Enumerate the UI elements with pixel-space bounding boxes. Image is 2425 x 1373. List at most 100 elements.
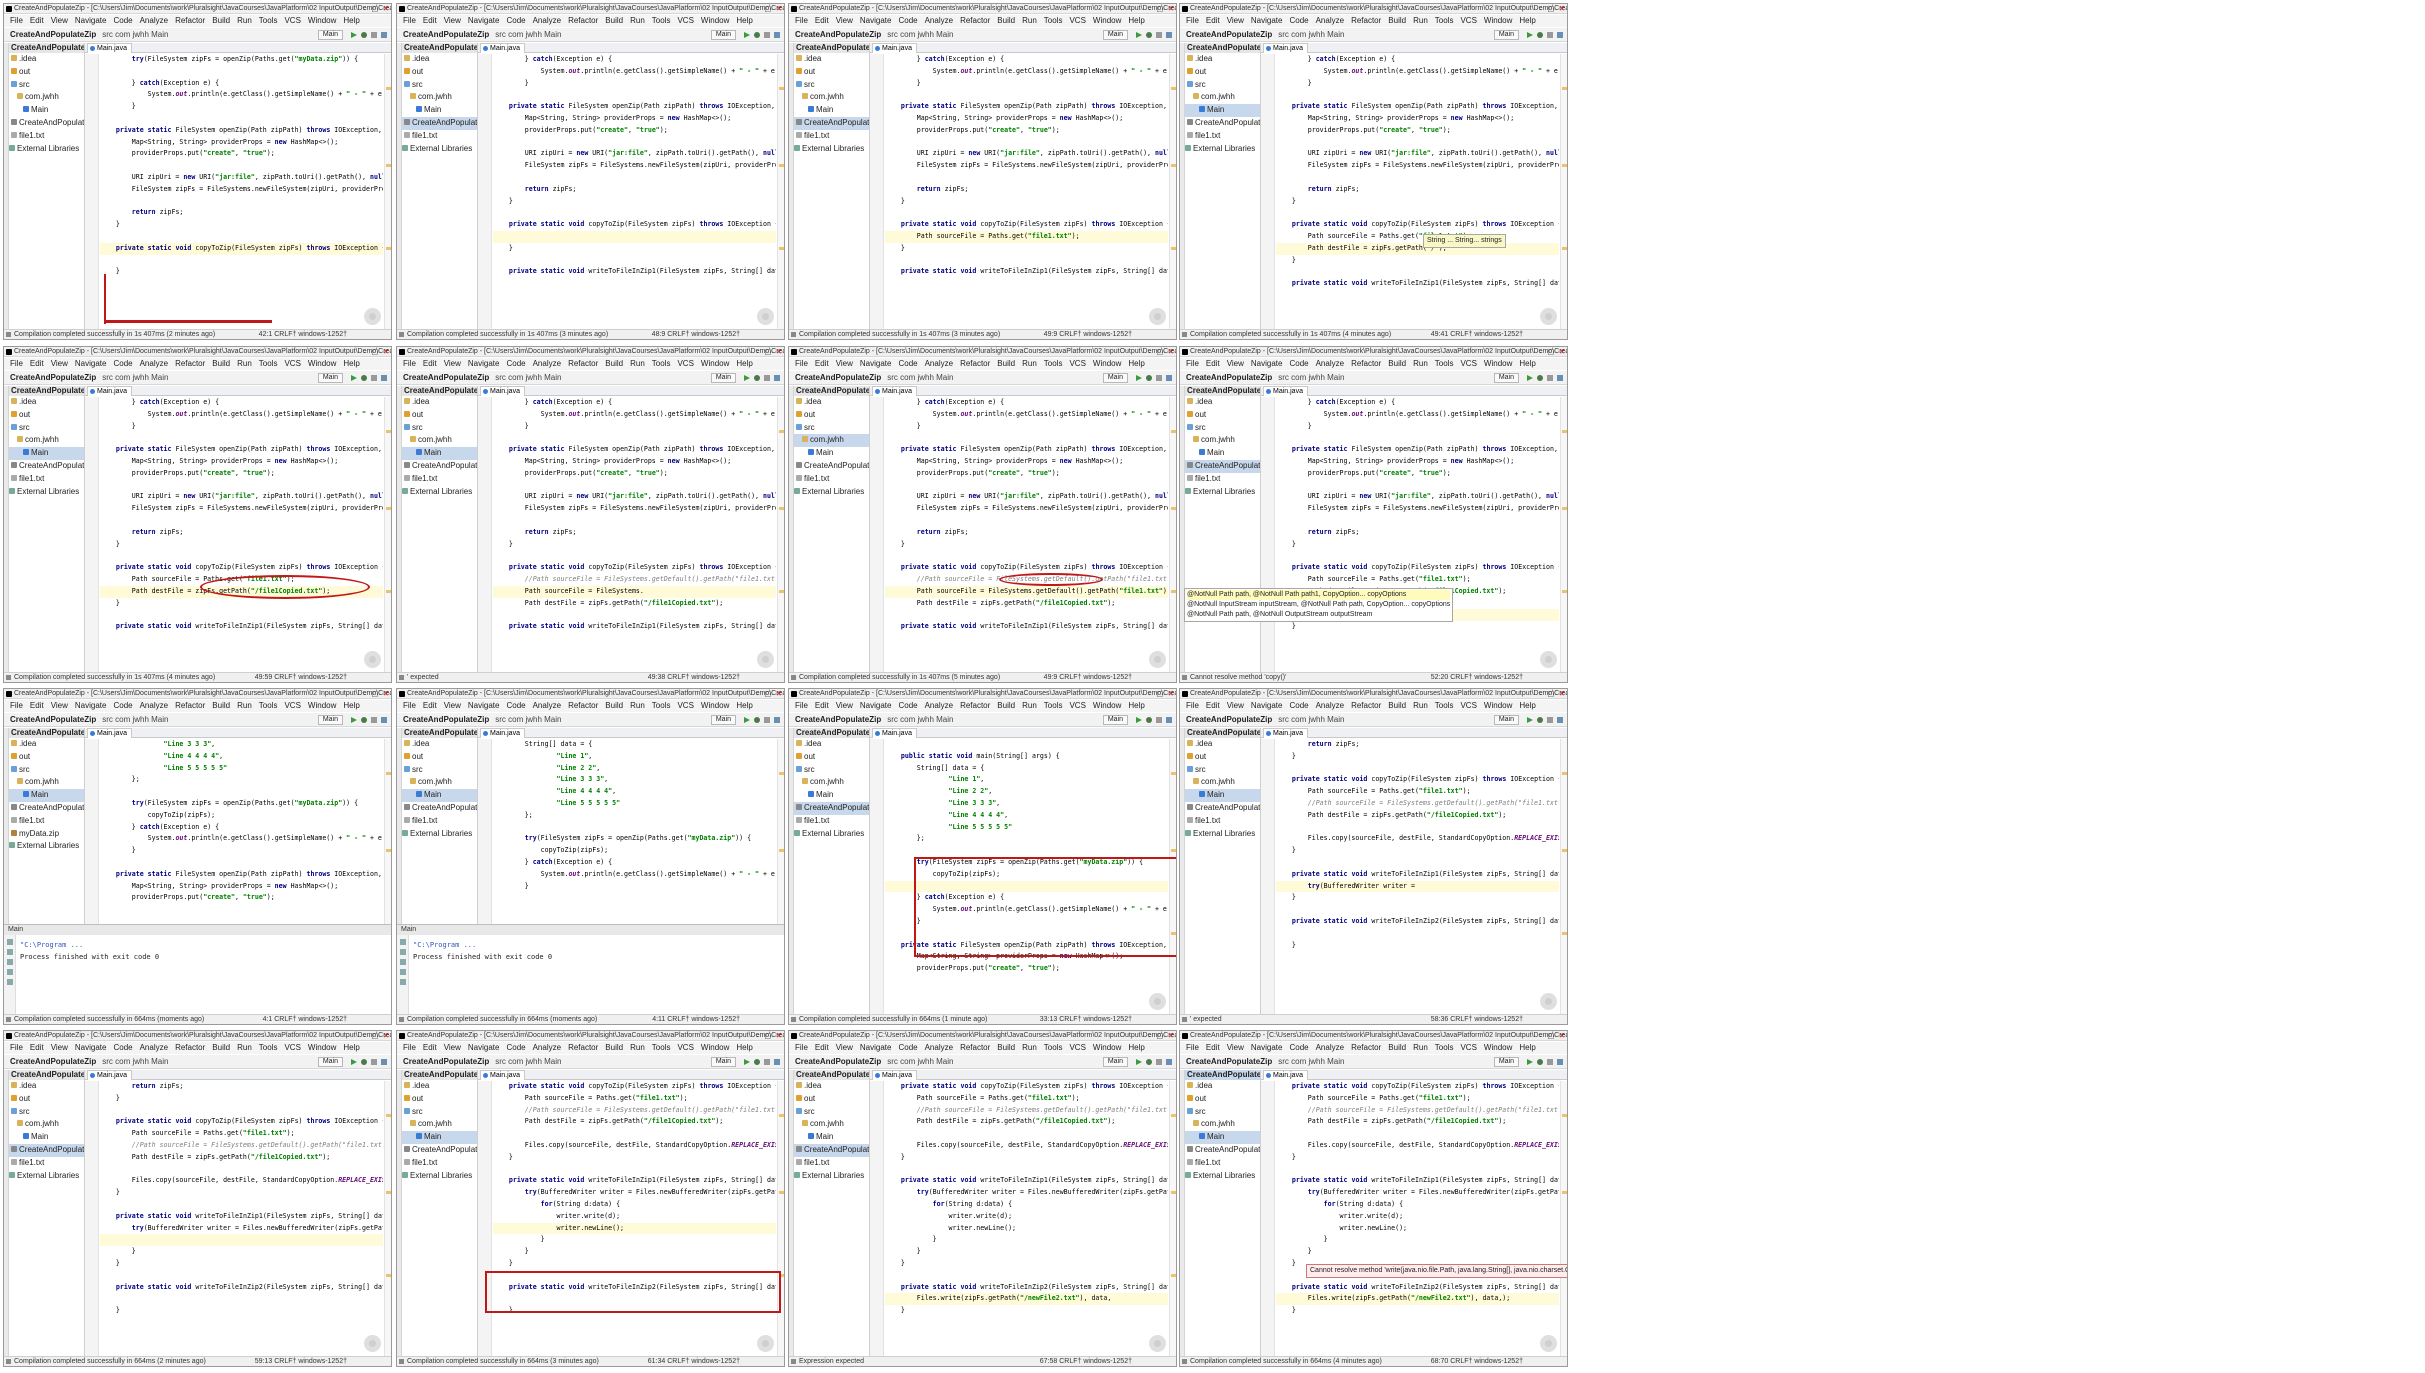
menu-item-tools[interactable]: Tools	[259, 15, 278, 27]
menu-item-help[interactable]: Help	[736, 358, 752, 370]
menu-item-code[interactable]: Code	[506, 700, 525, 712]
breadcrumb[interactable]: src com jwhh Main	[495, 715, 561, 724]
minimize-button[interactable]: –	[1539, 348, 1543, 356]
breadcrumb-project[interactable]: CreateAndPopulateZip	[10, 30, 96, 39]
tree-item-out[interactable]: out	[1185, 1093, 1260, 1106]
minimize-button[interactable]: –	[1148, 5, 1152, 13]
maximize-button[interactable]: □	[1157, 5, 1164, 13]
menu-item-window[interactable]: Window	[308, 358, 336, 370]
stop-icon[interactable]	[400, 949, 406, 955]
menu-item-navigate[interactable]: Navigate	[1251, 700, 1283, 712]
menu-item-code[interactable]: Code	[113, 15, 132, 27]
menu-item-edit[interactable]: Edit	[423, 15, 437, 27]
menu-item-navigate[interactable]: Navigate	[468, 15, 500, 27]
menu-item-analyze[interactable]: Analyze	[925, 15, 953, 27]
stop-icon[interactable]	[371, 32, 377, 38]
menu-item-run[interactable]: Run	[237, 700, 252, 712]
close-button[interactable]: ✕	[776, 690, 782, 698]
minimize-button[interactable]: –	[756, 348, 760, 356]
editor-scrollbar[interactable]	[1169, 54, 1176, 329]
tree-item-external-libraries[interactable]: External Libraries	[9, 840, 84, 853]
tree-item-src[interactable]: src	[1185, 422, 1260, 435]
structure-icon[interactable]	[774, 375, 780, 381]
maximize-button[interactable]: □	[1548, 5, 1555, 13]
tree-item-external-libraries[interactable]: External Libraries	[1185, 143, 1260, 156]
menu-item-edit[interactable]: Edit	[423, 1042, 437, 1054]
menu-item-build[interactable]: Build	[212, 358, 230, 370]
menu-item-code[interactable]: Code	[506, 1042, 525, 1054]
tree-item-createandpopulatezip-iml[interactable]: CreateAndPopulateZip.iml	[794, 1143, 869, 1157]
menu-item-file[interactable]: File	[795, 15, 808, 27]
menu-item-build[interactable]: Build	[605, 1042, 623, 1054]
tree-item-main[interactable]: Main	[1185, 789, 1260, 802]
breadcrumb-project[interactable]: CreateAndPopulateZip	[10, 715, 96, 724]
tree-item-createandpopulatezip-iml[interactable]: CreateAndPopulateZip.iml	[794, 460, 869, 473]
code-editor[interactable]: "Line 3 3 3", "Line 4 4 4 4", "Line 5 5 …	[100, 739, 383, 924]
menu-item-view[interactable]: View	[51, 15, 68, 27]
menu-item-help[interactable]: Help	[1128, 700, 1144, 712]
tree-item-com-jwhh[interactable]: com.jwhh	[402, 91, 477, 104]
rerun-icon[interactable]	[400, 939, 406, 945]
menu-item-code[interactable]: Code	[113, 1042, 132, 1054]
menu-item-build[interactable]: Build	[997, 358, 1015, 370]
menu-item-build[interactable]: Build	[212, 15, 230, 27]
minimize-button[interactable]: –	[1539, 1032, 1543, 1040]
menu-item-build[interactable]: Build	[212, 700, 230, 712]
stop-icon[interactable]	[1547, 1059, 1553, 1065]
menu-item-tools[interactable]: Tools	[1044, 1042, 1063, 1054]
debug-icon[interactable]	[1146, 1059, 1152, 1065]
run-icon[interactable]	[744, 1059, 750, 1065]
run-configuration-select[interactable]: Main	[317, 30, 343, 40]
tree-item-idea[interactable]: .idea	[1185, 738, 1260, 751]
tree-item-com-jwhh[interactable]: com.jwhh	[402, 434, 477, 447]
run-configuration-select[interactable]: Main	[710, 1057, 736, 1067]
code-editor[interactable]: return zipFs; } private static void copy…	[1276, 739, 1559, 1014]
editor-scrollbar[interactable]	[1560, 397, 1567, 672]
menu-item-view[interactable]: View	[444, 1042, 461, 1054]
caret-position[interactable]: 33:13 CRLF† windows-1252†	[1040, 1015, 1132, 1024]
tree-item-external-libraries[interactable]: External Libraries	[9, 486, 84, 499]
menu-item-help[interactable]: Help	[1519, 15, 1535, 27]
menu-item-help[interactable]: Help	[1519, 1042, 1535, 1054]
breadcrumb[interactable]: src com jwhh Main	[1278, 373, 1344, 382]
menu-item-window[interactable]: Window	[308, 1042, 336, 1054]
code-editor[interactable]: private static void copyToZip(FileSystem…	[885, 1081, 1168, 1356]
tree-item-main[interactable]: Main	[402, 447, 477, 460]
tree-item-idea[interactable]: .idea	[9, 396, 84, 409]
editor-scrollbar[interactable]	[1560, 739, 1567, 1014]
menu-item-edit[interactable]: Edit	[1206, 15, 1220, 27]
tree-item-main[interactable]: Main	[1185, 447, 1260, 460]
tree-item-file1-txt[interactable]: file1.txt	[402, 1157, 477, 1170]
close-button[interactable]: ✕	[1559, 348, 1565, 356]
menu-item-edit[interactable]: Edit	[1206, 1042, 1220, 1054]
editor-scrollbar[interactable]	[777, 54, 784, 329]
tree-item-createandpopulatezip-iml[interactable]: CreateAndPopulateZip.iml	[402, 802, 477, 815]
tab-main-java[interactable]: Main.java	[480, 1070, 525, 1080]
breadcrumb-project[interactable]: CreateAndPopulateZip	[1186, 30, 1272, 39]
menu-item-code[interactable]: Code	[1289, 358, 1308, 370]
menu-item-analyze[interactable]: Analyze	[925, 1042, 953, 1054]
project-root[interactable]: CreateAndPopulateZip	[1185, 43, 1260, 53]
close-button[interactable]: ✕	[1168, 1032, 1174, 1040]
menu-item-tools[interactable]: Tools	[652, 1042, 671, 1054]
editor-scrollbar[interactable]	[1169, 397, 1176, 672]
tree-item-idea[interactable]: .idea	[794, 1080, 869, 1093]
run-configuration-select[interactable]: Main	[1493, 715, 1519, 725]
tree-item-com-jwhh[interactable]: com.jwhh	[9, 776, 84, 789]
tree-item-external-libraries[interactable]: External Libraries	[402, 486, 477, 499]
project-root[interactable]: CreateAndPopulateZip	[794, 1070, 869, 1080]
tree-item-main[interactable]: Main	[9, 104, 84, 117]
run-icon[interactable]	[351, 32, 357, 38]
tree-item-main[interactable]: Main	[9, 789, 84, 802]
menu-item-refactor[interactable]: Refactor	[1351, 15, 1381, 27]
close-button[interactable]: ✕	[383, 690, 389, 698]
run-configuration-select[interactable]: Main	[317, 1057, 343, 1067]
menu-item-refactor[interactable]: Refactor	[175, 358, 205, 370]
stop-icon[interactable]	[1156, 717, 1162, 723]
tree-item-idea[interactable]: .idea	[9, 738, 84, 751]
structure-icon[interactable]	[1166, 32, 1172, 38]
menu-item-tools[interactable]: Tools	[1435, 358, 1454, 370]
run-configuration-select[interactable]: Main	[710, 373, 736, 383]
menu-item-analyze[interactable]: Analyze	[925, 700, 953, 712]
debug-icon[interactable]	[1537, 717, 1543, 723]
